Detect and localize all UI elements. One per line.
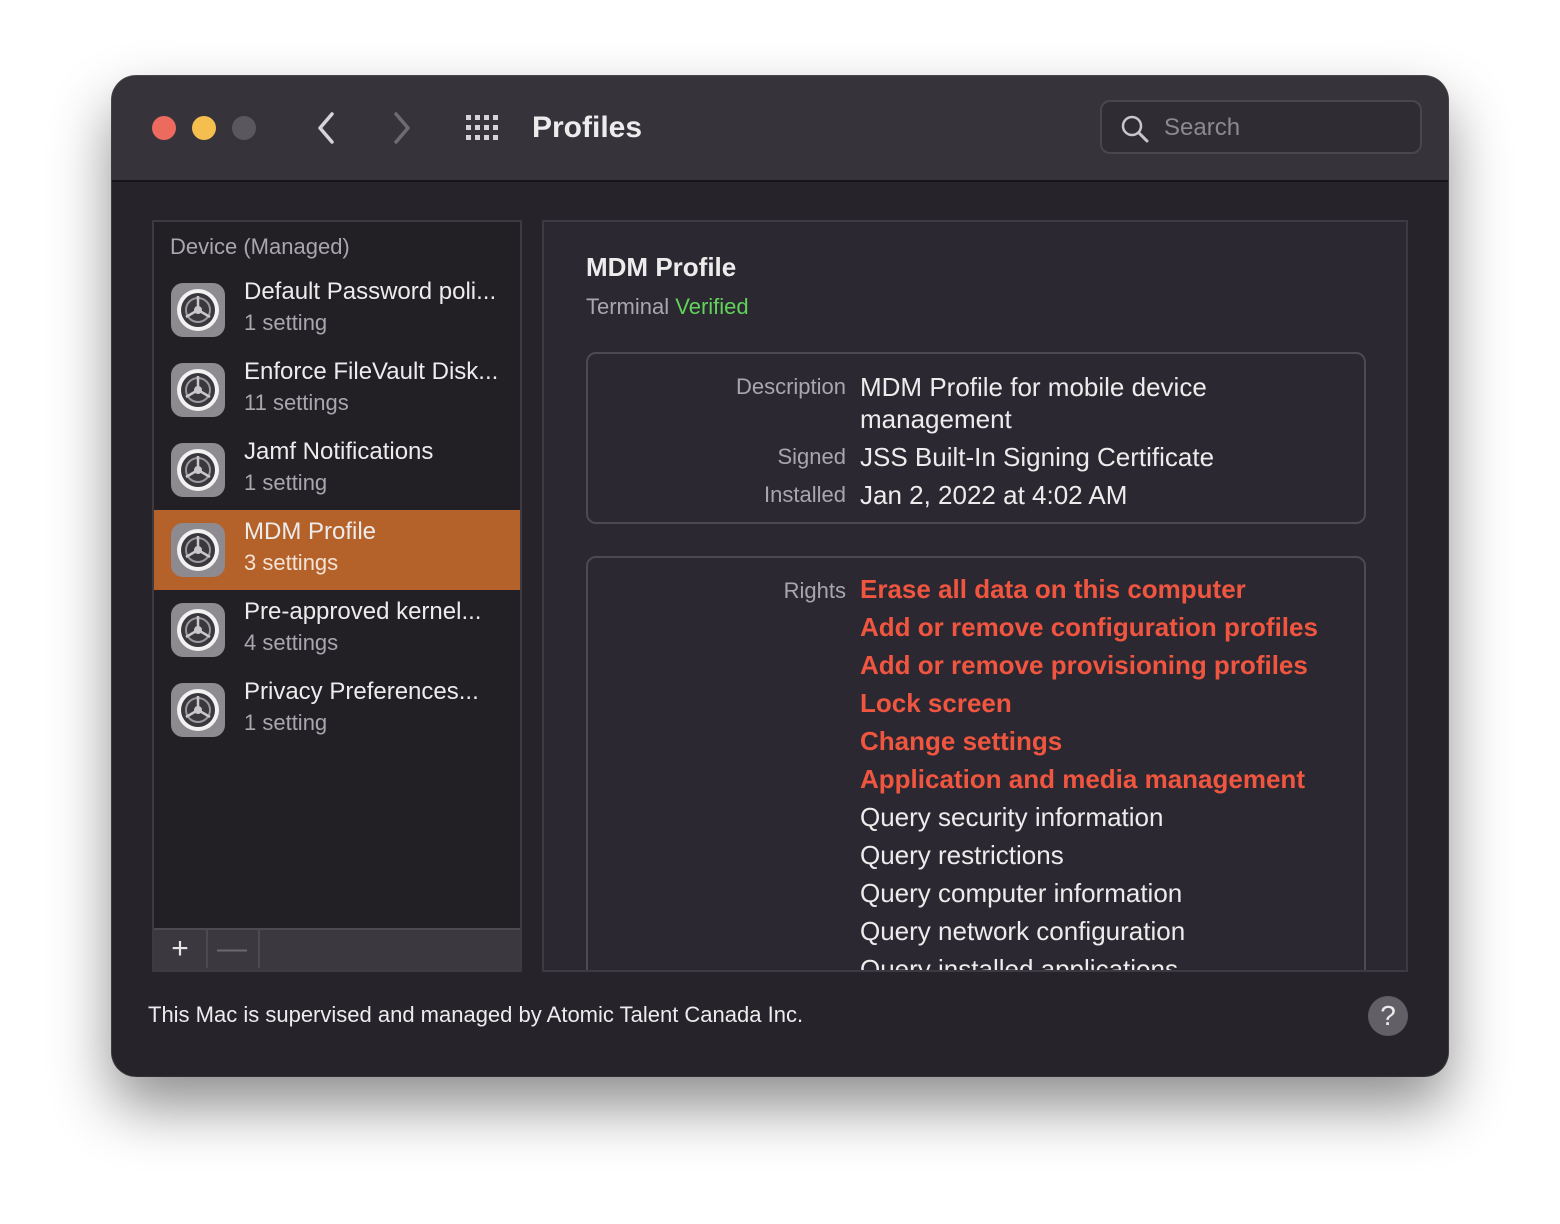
profile-name: Default Password poli... <box>244 278 497 305</box>
verified-status: Verified <box>675 294 749 319</box>
supervision-notice: This Mac is supervised and managed by At… <box>148 1002 804 1027</box>
right-item: Query restrictions <box>860 840 1064 870</box>
right-item: Add or remove provisioning profiles <box>860 650 1308 680</box>
profile-verification: Terminal Verified <box>586 294 749 320</box>
profile-setting-count: 1 setting <box>244 710 328 735</box>
profile-setting-count: 1 setting <box>244 470 328 495</box>
settings-gear-icon <box>171 603 225 657</box>
right-item: Lock screen <box>860 688 1012 718</box>
profile-name: Enforce FileVault Disk... <box>244 358 499 385</box>
system-preferences-window: Profiles Device (Managed) Default P <box>112 76 1448 1076</box>
right-item: Erase all data on this computer <box>860 574 1246 604</box>
profile-name: Jamf Notifications <box>244 438 434 465</box>
right-item: Query computer information <box>860 878 1183 908</box>
minimize-window-button[interactable] <box>192 116 216 140</box>
search-input[interactable] <box>1162 110 1406 146</box>
settings-gear-icon <box>171 283 225 337</box>
rights-list: Erase all data on this computer Add or r… <box>860 570 1360 972</box>
profile-setting-count: 1 setting <box>244 310 328 335</box>
installed-value: Jan 2, 2022 at 4:02 AM <box>860 480 1128 510</box>
show-all-button[interactable] <box>464 112 504 144</box>
settings-gear-icon <box>171 443 225 497</box>
profile-item-default-password[interactable]: Default Password poli... 1 setting <box>154 270 520 350</box>
signed-label: Signed <box>777 444 846 469</box>
remove-profile-button[interactable]: — <box>206 930 260 968</box>
search-icon <box>1121 115 1149 143</box>
forward-button[interactable] <box>382 106 422 150</box>
right-item: Change settings <box>860 726 1063 756</box>
profile-item-kernel-extensions[interactable]: Pre-approved kernel... 4 settings <box>154 590 520 670</box>
profile-name: Pre-approved kernel... <box>244 598 482 625</box>
profile-item-filevault[interactable]: Enforce FileVault Disk... 11 settings <box>154 350 520 430</box>
description-value: MDM Profile for mobile device management <box>860 372 1207 434</box>
installed-label: Installed <box>764 482 846 507</box>
profile-detail-panel: MDM Profile Terminal Verified Descriptio… <box>542 220 1408 972</box>
profile-setting-count: 4 settings <box>244 630 339 655</box>
chevron-right-icon <box>394 112 410 144</box>
sidebar-section-header: Device (Managed) <box>170 234 350 259</box>
back-button[interactable] <box>308 106 348 150</box>
profile-setting-count: 11 settings <box>244 390 349 415</box>
profile-item-mdm-profile[interactable]: MDM Profile 3 settings <box>154 510 520 590</box>
right-item: Query network configuration <box>860 916 1186 946</box>
settings-gear-icon <box>171 363 225 417</box>
right-item: Application and media management <box>860 764 1305 794</box>
settings-gear-icon <box>171 523 225 577</box>
profiles-sidebar: Device (Managed) Default Password poli..… <box>152 220 522 972</box>
chevron-left-icon <box>318 112 334 144</box>
search-field[interactable] <box>1100 100 1422 154</box>
zoom-window-button[interactable] <box>232 116 256 140</box>
grid-icon <box>466 115 498 140</box>
rights-box: Rights Erase all data on this computer A… <box>586 556 1366 972</box>
sidebar-toolbar: + — <box>154 928 520 970</box>
profile-title: MDM Profile <box>586 252 737 282</box>
right-item: Add or remove configuration profiles <box>860 612 1318 642</box>
profile-source: Terminal <box>586 294 670 319</box>
profile-name: MDM Profile <box>244 518 377 545</box>
rights-label: Rights <box>783 578 846 603</box>
right-item: Query security information <box>860 802 1164 832</box>
help-button[interactable]: ? <box>1368 996 1408 1036</box>
profile-info-box: Description MDM Profile for mobile devic… <box>586 352 1366 524</box>
add-profile-button[interactable]: + <box>154 930 208 968</box>
profile-setting-count: 3 settings <box>244 550 339 575</box>
window-title: Profiles <box>532 111 643 144</box>
profile-name: Privacy Preferences... <box>244 678 479 705</box>
profile-list: Default Password poli... 1 setting Enfor… <box>154 270 520 750</box>
settings-gear-icon <box>171 683 225 737</box>
title-bar: Profiles <box>112 76 1448 182</box>
signed-value: JSS Built-In Signing Certificate <box>860 442 1215 472</box>
profile-item-privacy-preferences[interactable]: Privacy Preferences... 1 setting <box>154 670 520 750</box>
right-item: Query installed applications <box>860 954 1178 972</box>
description-label: Description <box>735 374 846 399</box>
close-window-button[interactable] <box>152 116 176 140</box>
profile-item-jamf-notifications[interactable]: Jamf Notifications 1 setting <box>154 430 520 510</box>
